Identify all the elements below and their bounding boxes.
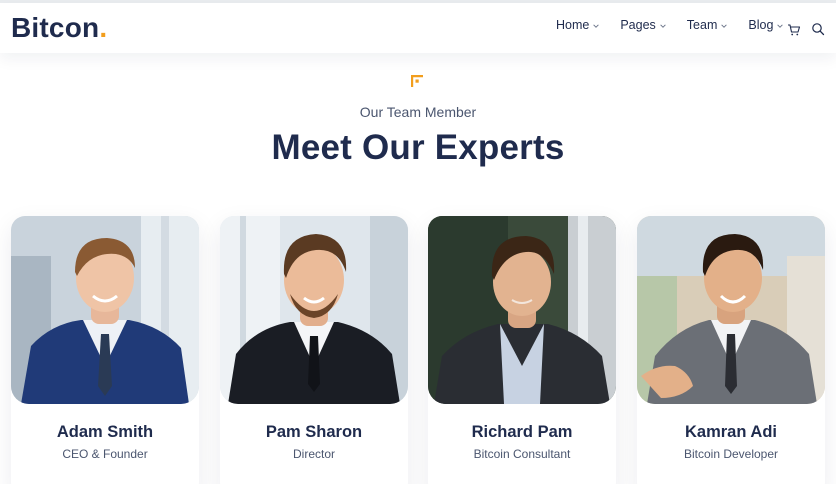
- nav-item-team[interactable]: Team: [687, 18, 729, 32]
- section-title: Meet Our Experts: [271, 128, 565, 167]
- nav-item-label: Pages: [620, 18, 656, 32]
- team-member-name: Richard Pam: [471, 423, 573, 441]
- team-member-role: Director: [292, 447, 335, 461]
- team-card[interactable]: Adam Smith CEO & Founder: [11, 216, 199, 484]
- cart-icon[interactable]: [787, 23, 801, 37]
- team-member-photo: [428, 216, 616, 404]
- logo-dot: .: [99, 12, 108, 43]
- chevron-down-icon: [593, 23, 600, 28]
- nav-item-home[interactable]: Home: [556, 18, 600, 32]
- team-card[interactable]: Pam Sharon Director: [220, 216, 408, 484]
- team-member-role: CEO & Founder: [62, 447, 148, 461]
- team-member-photo: [11, 216, 199, 404]
- nav-item-blog[interactable]: Blog: [748, 18, 784, 32]
- section-eyebrow: Our Team Member: [359, 104, 477, 120]
- team-card[interactable]: Richard Pam Bitcoin Consultant: [428, 216, 616, 484]
- search-icon[interactable]: [811, 22, 825, 36]
- logo-text: Bitcon: [11, 12, 100, 43]
- team-member-name: Adam Smith: [56, 423, 154, 441]
- team-card[interactable]: Kamran Adi Bitcoin Developer: [637, 216, 825, 484]
- chevron-down-icon: [721, 23, 728, 28]
- chevron-down-icon: [660, 23, 666, 28]
- team-member-role: Bitcoin Consultant: [473, 447, 571, 461]
- team-member-photo: [637, 216, 825, 404]
- team-member-name: Pam Sharon: [265, 423, 363, 441]
- site-logo[interactable]: Bitcon.: [11, 14, 107, 42]
- nav-item-pages[interactable]: Pages: [620, 18, 666, 32]
- site-header: Bitcon. Home Pages Team Blog: [0, 3, 836, 53]
- nav-item-label: Blog: [748, 18, 774, 32]
- main-nav: Home Pages Team Blog: [556, 18, 804, 32]
- nav-item-label: Team: [686, 18, 718, 32]
- team-member-photo: [220, 216, 408, 404]
- team-member-role: Bitcoin Developer: [683, 447, 779, 461]
- chevron-down-icon: [777, 23, 784, 28]
- nav-item-label: Home: [556, 18, 590, 32]
- section-mark-icon: [411, 75, 423, 87]
- team-member-name: Kamran Adi: [685, 423, 777, 441]
